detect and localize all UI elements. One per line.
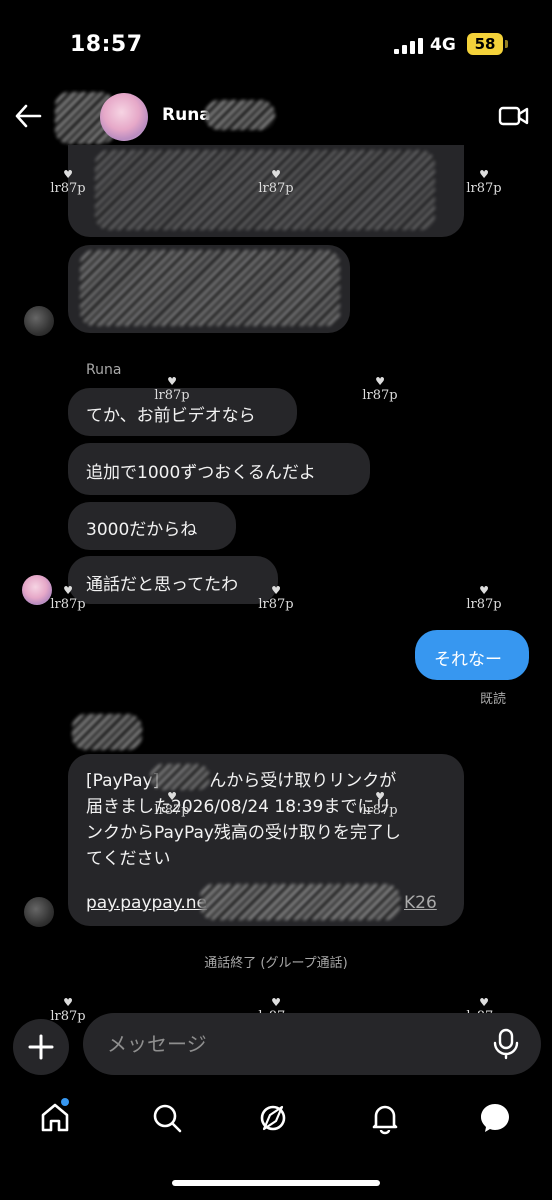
message-text: てか、お前ビデオなら xyxy=(86,406,256,426)
message-text: 追加で1000ずつおくるんだよ xyxy=(86,463,316,483)
paypay-line: [PayPay] xyxy=(86,771,160,791)
explore-icon[interactable] xyxy=(256,1101,290,1135)
watermark: ♥lr87p xyxy=(362,375,398,403)
watermark: ♥lr87p xyxy=(258,168,294,196)
home-icon[interactable] xyxy=(38,1101,72,1135)
battery-tip xyxy=(505,40,508,48)
redacted-scribble xyxy=(150,764,210,790)
sender-label: Runa xyxy=(86,362,122,378)
redacted-scribble xyxy=(200,884,400,920)
paypay-line: んから受け取りリンクが xyxy=(209,771,397,791)
watermark: ♥lr87p xyxy=(50,168,86,196)
message-input[interactable] xyxy=(83,1013,541,1075)
watermark: ♥lr87p xyxy=(154,375,190,403)
watermark: ♥lr87p xyxy=(466,584,502,612)
add-attachment-button[interactable] xyxy=(13,1019,69,1075)
contact-name[interactable]: Runa xyxy=(162,105,211,125)
watermark: ♥lr87p xyxy=(258,584,294,612)
watermark: ♥lr87p xyxy=(50,584,86,612)
sender-avatar[interactable] xyxy=(24,306,54,336)
read-receipt: 既読 xyxy=(480,692,507,707)
message-text: 3000だからね xyxy=(86,520,198,540)
watermark: ♥lr87p xyxy=(362,790,398,818)
paypay-message-body: [PayPay] んから受け取りリンクが 届きました2026/08/24 18:3… xyxy=(86,768,458,872)
call-ended-notice: 通話終了 (グループ通話) xyxy=(204,956,348,971)
status-time: 18:57 xyxy=(70,32,143,57)
watermark: ♥lr87p xyxy=(154,790,190,818)
redacted-scribble xyxy=(80,250,340,326)
redacted-scribble xyxy=(205,100,275,130)
network-type: 4G xyxy=(430,35,456,55)
back-arrow-icon[interactable] xyxy=(14,102,42,130)
bell-icon[interactable] xyxy=(368,1101,402,1135)
battery-indicator: 58 xyxy=(467,33,503,55)
redacted-scribble xyxy=(72,714,142,750)
notification-dot xyxy=(61,1098,69,1106)
paypay-link-tail: K26 xyxy=(404,893,437,913)
paypay-line: てください xyxy=(86,849,171,869)
search-icon[interactable] xyxy=(150,1101,184,1135)
paypay-link[interactable]: pay.paypay.ne xyxy=(86,893,207,913)
sender-avatar[interactable] xyxy=(24,897,54,927)
watermark: ♥lr87p xyxy=(466,168,502,196)
home-indicator xyxy=(172,1180,380,1186)
cell-signal-icon xyxy=(394,38,423,54)
message-text: 通話だと思ってたわ xyxy=(86,575,239,595)
paypay-line: ンクからPayPay残高の受け取りを完了し xyxy=(86,823,401,843)
video-call-icon[interactable] xyxy=(498,100,530,132)
contact-avatar[interactable] xyxy=(100,93,148,141)
outgoing-message-text: それなー xyxy=(434,650,502,670)
microphone-icon[interactable] xyxy=(491,1028,521,1060)
messages-icon[interactable] xyxy=(478,1101,512,1135)
plus-icon xyxy=(28,1034,54,1060)
